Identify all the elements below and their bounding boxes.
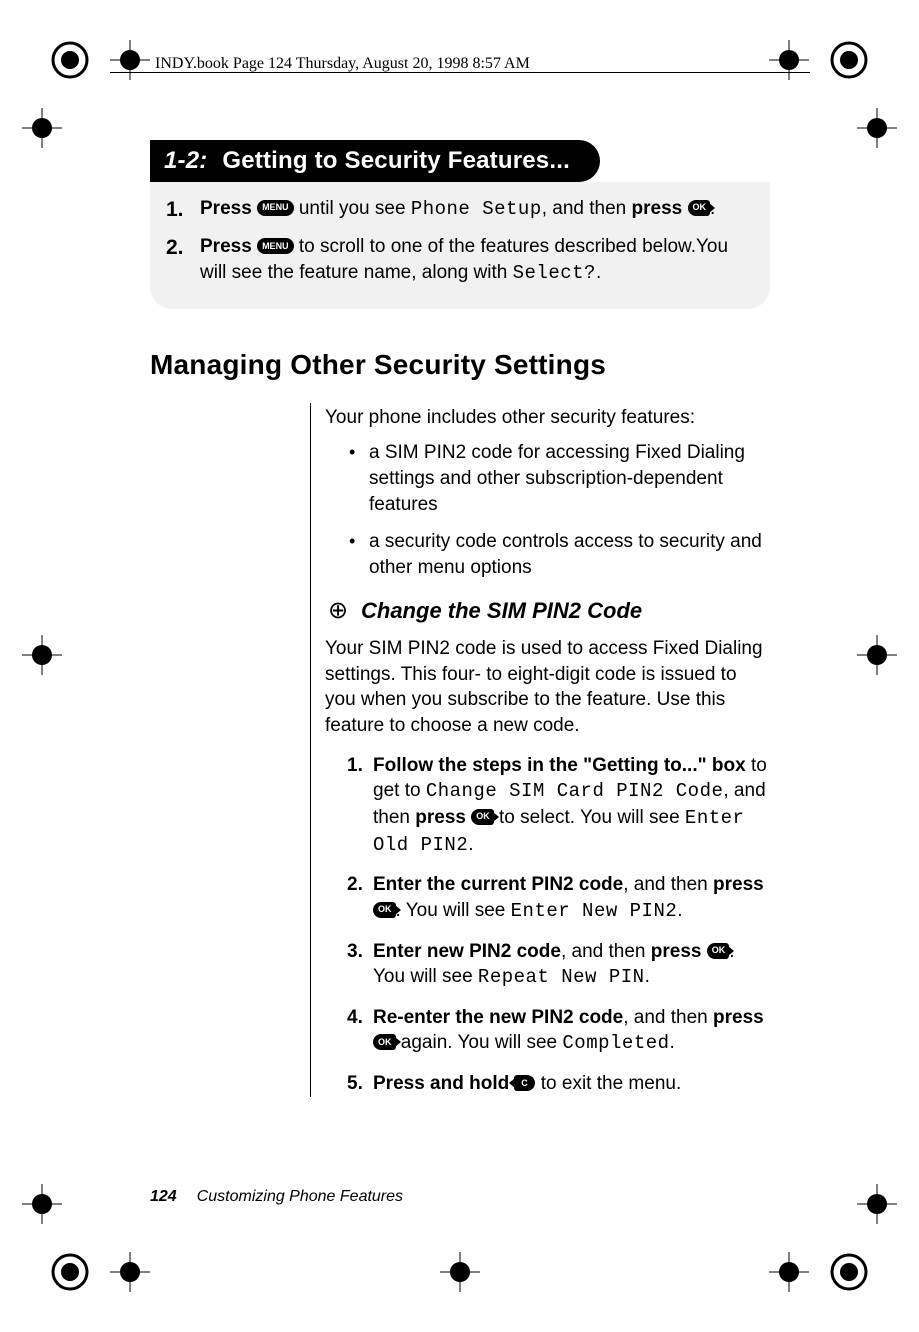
item-body: Press and hold C to exit the menu. [373, 1071, 770, 1097]
text: . [596, 262, 601, 283]
press-bold: press [651, 941, 702, 962]
text: . [670, 1032, 675, 1053]
feature-bullets: a SIM PIN2 code for accessing Fixed Dial… [345, 440, 770, 580]
intro-paragraph: Your phone includes other security featu… [325, 405, 770, 431]
menu-key-icon: MENU [257, 200, 294, 216]
bullet-item: a security code controls access to secur… [345, 529, 770, 580]
lcd-text: Select? [513, 262, 596, 284]
reg-mark-top-right-inner [769, 40, 809, 80]
list-item: 1. Follow the steps in the "Getting to..… [347, 753, 770, 859]
menu-key-icon: MENU [257, 238, 294, 254]
lcd-text: Repeat New PIN [478, 966, 645, 988]
reg-mark-top-left-inner [110, 40, 150, 80]
list-item: 4. Re-enter the new PIN2 code, and then … [347, 1005, 770, 1057]
reg-mark-bottom-left-inner [110, 1252, 150, 1292]
heading-managing: Managing Other Security Settings [150, 349, 770, 381]
page-number: 124 [150, 1188, 177, 1206]
reg-mark-left-upper [22, 108, 62, 148]
reg-mark-bottom-left-outer [50, 1252, 90, 1292]
text: , and then [623, 874, 713, 895]
list-item: 2. Enter the current PIN2 code, and then… [347, 872, 770, 924]
ok-key-icon: OK [688, 200, 711, 216]
c-key-icon: C [514, 1075, 535, 1091]
ok-key-icon: OK [373, 902, 396, 918]
section-header: 1-2: Getting to Security Features... [150, 140, 600, 182]
reg-mark-top-right-outer [829, 40, 869, 80]
list-item: 5. Press and hold C to exit the menu. [347, 1071, 770, 1097]
text: again. You will see [396, 1032, 563, 1053]
ok-key-icon: OK [707, 943, 730, 959]
item-number: 1. [347, 753, 373, 859]
item-body: Enter new PIN2 code, and then press OK. … [373, 939, 770, 991]
item-number: 3. [347, 939, 373, 991]
footer-title: Customizing Phone Features [197, 1188, 403, 1206]
bullet-item: a SIM PIN2 code for accessing Fixed Dial… [345, 440, 770, 517]
globe-icon: ⊕ [325, 598, 351, 624]
text: , and then [561, 941, 651, 962]
list-item: 3. Enter new PIN2 code, and then press O… [347, 939, 770, 991]
press-bold: press [415, 807, 466, 828]
text: until you see [294, 198, 411, 219]
bold-text: Follow the steps in the "Getting to..." … [373, 755, 746, 776]
getting-to-box: 1. Press MENU until you see Phone Setup,… [150, 182, 770, 309]
text: . You will see [396, 900, 511, 921]
subheading-text: Change the SIM PIN2 Code [361, 596, 642, 626]
step-body: Press MENU to scroll to one of the featu… [200, 234, 750, 286]
text: . [677, 900, 682, 921]
text: , and then [542, 198, 632, 219]
item-body: Follow the steps in the "Getting to..." … [373, 753, 770, 859]
item-number: 2. [347, 872, 373, 924]
text: . [468, 834, 473, 855]
reg-mark-right-mid [857, 635, 897, 675]
page: INDY.book Page 124 Thursday, August 20, … [0, 0, 919, 1332]
lcd-text: Enter New PIN2 [511, 900, 678, 922]
bold-text: Re-enter the new PIN2 code [373, 1007, 623, 1028]
reg-mark-bottom-right-outer [829, 1252, 869, 1292]
step-1: 1. Press MENU until you see Phone Setup,… [166, 196, 750, 224]
reg-mark-top-left-outer [50, 40, 90, 80]
reg-mark-left-lower [22, 1184, 62, 1224]
lcd-text: Phone Setup [411, 198, 542, 220]
ok-key-icon: OK [471, 809, 494, 825]
section-number: 1-2: [164, 147, 207, 174]
page-footer: 124 Customizing Phone Features [150, 1188, 403, 1206]
press-bold: press [713, 1007, 764, 1028]
text: to exit the menu. [535, 1073, 681, 1094]
header-note: INDY.book Page 124 Thursday, August 20, … [155, 55, 530, 73]
section-title: Getting to Security Features... [222, 147, 570, 174]
content-area: 1-2: Getting to Security Features... 1. … [150, 140, 770, 1111]
step-body: Press MENU until you see Phone Setup, an… [200, 196, 750, 224]
press-bold: Press [200, 198, 252, 219]
item-body: Enter the current PIN2 code, and then pr… [373, 872, 770, 924]
subheading-change-pin2: ⊕ Change the SIM PIN2 Code [325, 596, 770, 626]
ok-key-icon: OK [373, 1034, 396, 1050]
reg-mark-bottom-center [440, 1252, 480, 1292]
lcd-text: Change SIM Card PIN2 Code [426, 780, 724, 802]
reg-mark-right-lower [857, 1184, 897, 1224]
press-bold: press [632, 198, 683, 219]
step-number: 2. [166, 234, 200, 286]
step-number: 1. [166, 196, 200, 224]
reg-mark-bottom-right-inner [769, 1252, 809, 1292]
item-number: 4. [347, 1005, 373, 1057]
press-bold: Press [200, 236, 252, 257]
lcd-text: Completed [562, 1032, 669, 1054]
bold-text: Enter new PIN2 code [373, 941, 561, 962]
pin2-paragraph: Your SIM PIN2 code is used to access Fix… [325, 636, 770, 739]
item-number: 5. [347, 1071, 373, 1097]
bold-text: Enter the current PIN2 code [373, 874, 623, 895]
text: . [645, 966, 650, 987]
text: to select. You will see [494, 807, 685, 828]
item-body: Re-enter the new PIN2 code, and then pre… [373, 1005, 770, 1057]
step-2: 2. Press MENU to scroll to one of the fe… [166, 234, 750, 286]
bold-text: Press and hold [373, 1073, 509, 1094]
press-bold: press [713, 874, 764, 895]
text: , and then [623, 1007, 713, 1028]
numbered-steps: 1. Follow the steps in the "Getting to..… [347, 753, 770, 1097]
indented-body: Your phone includes other security featu… [310, 403, 770, 1097]
reg-mark-right-upper [857, 108, 897, 148]
reg-mark-left-mid [22, 635, 62, 675]
